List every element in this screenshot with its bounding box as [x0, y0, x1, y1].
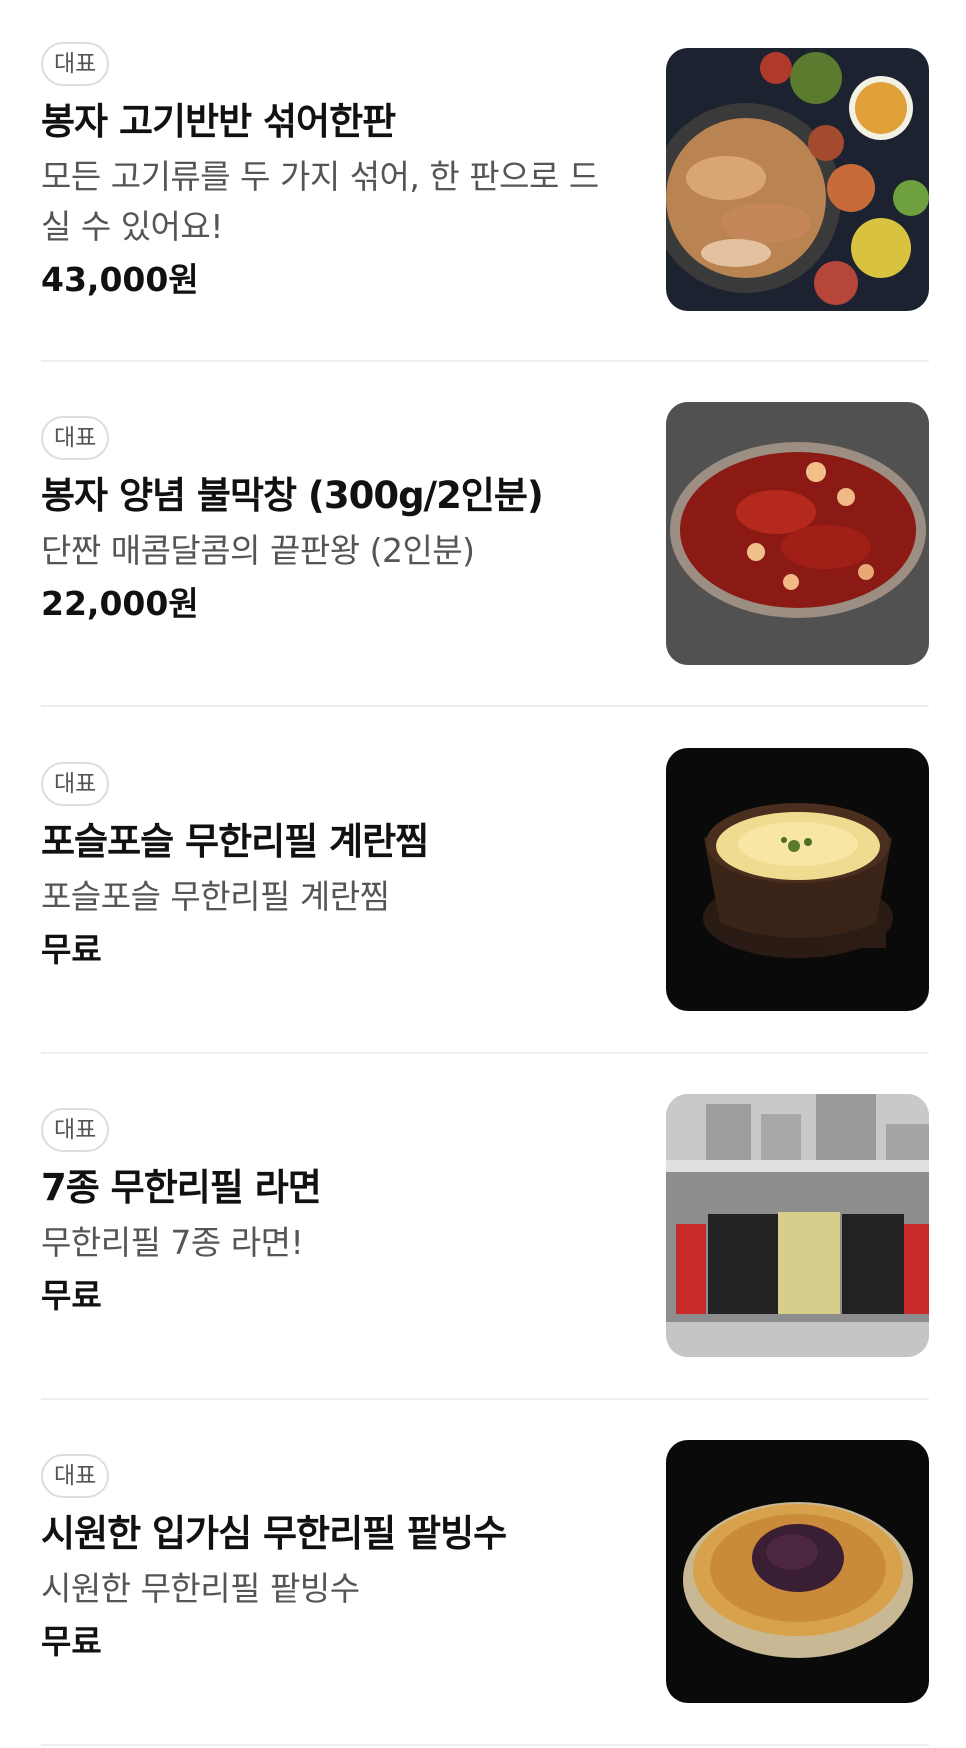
menu-item-price: 22,000원 — [41, 584, 199, 623]
divider — [41, 1398, 929, 1400]
menu-item-text: 대표 7종 무한리필 라면 무한리필 7종 라면! 무료 — [41, 1108, 631, 1318]
spicy-makchang-image — [666, 402, 929, 665]
divider — [41, 360, 929, 362]
menu-item-description: 무한리필 7종 라면! — [41, 1223, 304, 1262]
menu-item[interactable]: 대표 7종 무한리필 라면 무한리필 7종 라면! 무료 — [41, 1094, 929, 1378]
menu-item-name: 포슬포슬 무한리필 계란찜 — [41, 820, 429, 863]
menu-item-name: 7종 무한리필 라면 — [41, 1166, 322, 1209]
steamed-egg-image — [666, 748, 929, 1011]
menu-item-text: 대표 봉자 양념 불막창 (300g/2인분) 단짠 매콤달콤의 끝판왕 (2인… — [41, 416, 631, 626]
menu-list: 대표 봉자 고기반반 섞어한판 모든 고기류를 두 가지 섞어, 한 판으로 드… — [0, 0, 966, 1748]
menu-item-text: 대표 봉자 고기반반 섞어한판 모든 고기류를 두 가지 섞어, 한 판으로 드… — [41, 42, 631, 302]
menu-item-name: 봉자 양념 불막창 (300g/2인분) — [41, 474, 544, 517]
menu-item-description: 포슬포슬 무한리필 계란찜 — [41, 877, 390, 916]
signature-badge: 대표 — [41, 762, 110, 806]
menu-item-price: 무료 — [41, 1276, 102, 1315]
menu-item-description: 단짠 매콤달콤의 끝판왕 (2인분) — [41, 531, 475, 570]
ramen-shelf-image — [666, 1094, 929, 1357]
menu-item-name: 봉자 고기반반 섞어한판 — [41, 100, 396, 143]
menu-item[interactable]: 대표 봉자 고기반반 섞어한판 모든 고기류를 두 가지 섞어, 한 판으로 드… — [41, 42, 929, 312]
signature-badge: 대표 — [41, 1108, 110, 1152]
menu-item-text: 대표 포슬포슬 무한리필 계란찜 포슬포슬 무한리필 계란찜 무료 — [41, 762, 631, 972]
menu-item-description: 모든 고기류를 두 가지 섞어, 한 판으로 드 실 수 있어요! — [41, 152, 631, 252]
menu-item-price: 무료 — [41, 930, 102, 969]
grilled-meat-platter-image — [666, 48, 929, 311]
menu-item-description-line: 모든 고기류를 두 가지 섞어, 한 판으로 드 — [41, 157, 599, 196]
menu-item-description: 시원한 무한리필 팥빙수 — [41, 1569, 360, 1608]
signature-badge: 대표 — [41, 1454, 110, 1498]
divider — [41, 1744, 929, 1746]
menu-item-text: 대표 시원한 입가심 무한리필 팥빙수 시원한 무한리필 팥빙수 무료 — [41, 1454, 631, 1664]
red-bean-bingsu-image — [666, 1440, 929, 1703]
menu-item-price: 무료 — [41, 1622, 102, 1661]
signature-badge: 대표 — [41, 416, 110, 460]
menu-item-price: 43,000원 — [41, 260, 199, 299]
signature-badge: 대표 — [41, 42, 110, 86]
menu-item-description-line: 실 수 있어요! — [41, 207, 224, 246]
menu-item[interactable]: 대표 시원한 입가심 무한리필 팥빙수 시원한 무한리필 팥빙수 무료 — [41, 1440, 929, 1724]
menu-item-name: 시원한 입가심 무한리필 팥빙수 — [41, 1512, 507, 1555]
divider — [41, 705, 929, 707]
menu-item[interactable]: 대표 포슬포슬 무한리필 계란찜 포슬포슬 무한리필 계란찜 무료 — [41, 748, 929, 1032]
divider — [41, 1052, 929, 1054]
menu-item[interactable]: 대표 봉자 양념 불막창 (300g/2인분) 단짠 매콤달콤의 끝판왕 (2인… — [41, 402, 929, 686]
